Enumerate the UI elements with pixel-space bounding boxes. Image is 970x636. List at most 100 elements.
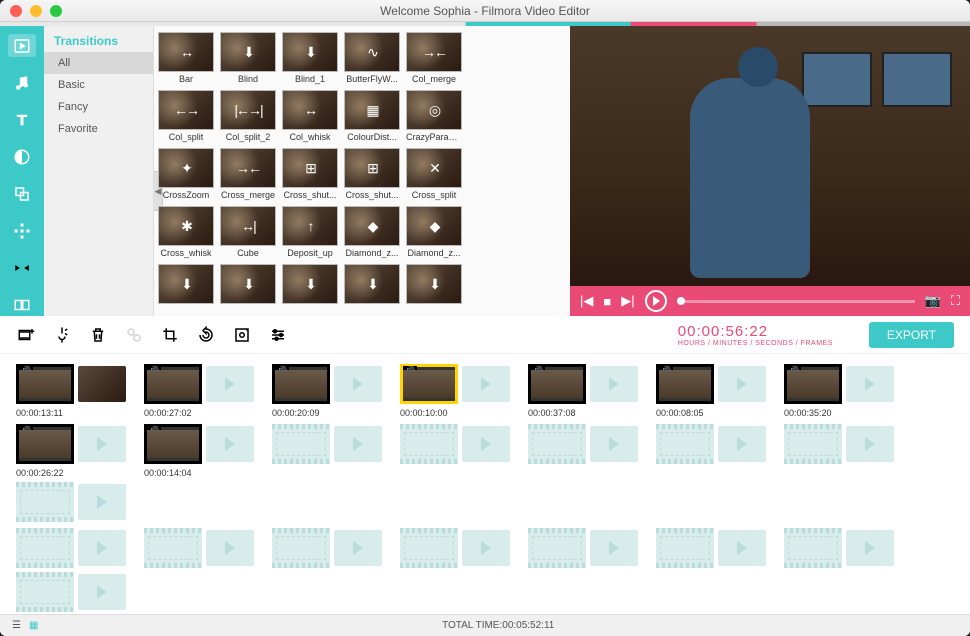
empty-clip-slot[interactable] xyxy=(784,528,842,568)
empty-clip-slot[interactable] xyxy=(400,528,458,568)
empty-clip-slot[interactable] xyxy=(16,482,74,522)
transition-thumb[interactable]: ↔| xyxy=(220,206,276,246)
transition-thumb[interactable]: ▦ xyxy=(344,90,400,130)
empty-clip-slot[interactable] xyxy=(784,424,842,464)
transition-slot-empty[interactable] xyxy=(78,426,126,462)
transition-thumb[interactable]: ✦ xyxy=(158,148,214,188)
transition-slot-empty[interactable] xyxy=(590,366,638,402)
timeline-clip[interactable] xyxy=(16,364,74,404)
transition-thumb[interactable]: ⬇ xyxy=(220,264,276,304)
empty-clip-slot[interactable] xyxy=(144,528,202,568)
transition-thumb[interactable]: ✕ xyxy=(406,148,462,188)
preview-frame[interactable] xyxy=(570,26,970,286)
transition-slot-empty[interactable] xyxy=(334,426,382,462)
speed-button[interactable] xyxy=(124,325,144,345)
empty-clip-slot[interactable] xyxy=(272,424,330,464)
empty-clip-slot[interactable] xyxy=(528,424,586,464)
crop-button[interactable] xyxy=(160,325,180,345)
transition-slot-empty[interactable] xyxy=(78,484,126,520)
prev-frame-button[interactable]: |◀ xyxy=(580,293,593,309)
timeline-clip[interactable] xyxy=(528,364,586,404)
transition-slot-empty[interactable] xyxy=(846,530,894,566)
timeline-clip[interactable] xyxy=(272,364,330,404)
timeline-clip[interactable] xyxy=(784,364,842,404)
transition-slot-empty[interactable] xyxy=(462,530,510,566)
storyboard-view-button[interactable]: ☰ xyxy=(12,620,21,631)
timeline-clip[interactable] xyxy=(144,364,202,404)
transition-thumb[interactable]: ↑ xyxy=(282,206,338,246)
transition-slot-empty[interactable] xyxy=(334,530,382,566)
adjust-button[interactable] xyxy=(268,325,288,345)
export-button[interactable]: EXPORT xyxy=(869,322,954,348)
transition-thumb[interactable]: ◎ xyxy=(406,90,462,130)
transition-tab-icon[interactable] xyxy=(8,256,36,279)
transition-thumb[interactable]: ✱ xyxy=(158,206,214,246)
timeline-clip[interactable] xyxy=(400,364,458,404)
transition-thumb[interactable]: ⊞ xyxy=(344,148,400,188)
transition-thumb[interactable]: →← xyxy=(406,32,462,72)
transition-slot-empty[interactable] xyxy=(78,574,126,610)
empty-clip-slot[interactable] xyxy=(528,528,586,568)
transition-slot-empty[interactable] xyxy=(462,366,510,402)
timeline-clip[interactable] xyxy=(144,424,202,464)
transition-thumb[interactable]: ⬇ xyxy=(344,264,400,304)
transition-slot-empty[interactable] xyxy=(78,530,126,566)
category-item-favorite[interactable]: Favorite xyxy=(44,118,153,140)
timeline-clip[interactable] xyxy=(656,364,714,404)
transition-thumb[interactable]: ⬇ xyxy=(220,32,276,72)
text-tab-icon[interactable] xyxy=(8,108,36,131)
transition-thumb[interactable]: ↔ xyxy=(282,90,338,130)
transition-slot-empty[interactable] xyxy=(590,530,638,566)
empty-clip-slot[interactable] xyxy=(272,528,330,568)
transition-slot-empty[interactable] xyxy=(846,426,894,462)
transition-thumb[interactable]: →← xyxy=(220,148,276,188)
transition-slot-empty[interactable] xyxy=(718,530,766,566)
transition-thumb[interactable]: ◆ xyxy=(406,206,462,246)
transition-thumb[interactable]: ⬇ xyxy=(282,32,338,72)
transition-slot-empty[interactable] xyxy=(206,426,254,462)
next-frame-button[interactable]: ▶| xyxy=(621,293,634,309)
category-item-all[interactable]: All xyxy=(44,52,153,74)
category-item-fancy[interactable]: Fancy xyxy=(44,96,153,118)
transition-slot-empty[interactable] xyxy=(718,366,766,402)
transition-thumb[interactable]: ⬇ xyxy=(406,264,462,304)
empty-clip-slot[interactable] xyxy=(656,528,714,568)
transition-slot[interactable] xyxy=(78,366,126,402)
filter-tab-icon[interactable] xyxy=(8,145,36,168)
play-button[interactable] xyxy=(645,290,667,312)
transition-slot-empty[interactable] xyxy=(462,426,510,462)
timeline-view-button[interactable]: ▦ xyxy=(29,620,38,631)
snapshot-button[interactable]: 📷 xyxy=(925,293,941,309)
transition-thumb[interactable]: |←→| xyxy=(220,90,276,130)
empty-clip-slot[interactable] xyxy=(16,528,74,568)
transition-thumb[interactable]: ←→ xyxy=(158,90,214,130)
transition-thumb[interactable]: ⊞ xyxy=(282,148,338,188)
music-tab-icon[interactable] xyxy=(8,71,36,94)
transition-thumb[interactable]: ⬇ xyxy=(282,264,338,304)
transition-slot-empty[interactable] xyxy=(334,366,382,402)
transition-thumb[interactable]: ◆ xyxy=(344,206,400,246)
rotate-button[interactable] xyxy=(196,325,216,345)
color-button[interactable] xyxy=(232,325,252,345)
transition-thumb[interactable]: ↔ xyxy=(158,32,214,72)
transition-slot-empty[interactable] xyxy=(846,366,894,402)
empty-clip-slot[interactable] xyxy=(400,424,458,464)
empty-clip-slot[interactable] xyxy=(16,572,74,612)
delete-button[interactable] xyxy=(88,325,108,345)
transition-slot-empty[interactable] xyxy=(206,530,254,566)
transition-slot-empty[interactable] xyxy=(590,426,638,462)
split-tab-icon[interactable] xyxy=(8,293,36,316)
transition-slot-empty[interactable] xyxy=(206,366,254,402)
transition-thumb[interactable]: ⬇ xyxy=(158,264,214,304)
category-item-basic[interactable]: Basic xyxy=(44,74,153,96)
overlay-tab-icon[interactable] xyxy=(8,182,36,205)
empty-clip-slot[interactable] xyxy=(656,424,714,464)
stop-button[interactable]: ■ xyxy=(603,294,611,309)
fullscreen-button[interactable]: ⛶ xyxy=(951,293,960,309)
transition-thumb[interactable]: ∿ xyxy=(344,32,400,72)
element-tab-icon[interactable] xyxy=(8,219,36,242)
add-clip-button[interactable] xyxy=(16,325,36,345)
playback-slider[interactable] xyxy=(677,300,915,303)
transition-slot-empty[interactable] xyxy=(718,426,766,462)
media-tab-icon[interactable] xyxy=(8,34,36,57)
